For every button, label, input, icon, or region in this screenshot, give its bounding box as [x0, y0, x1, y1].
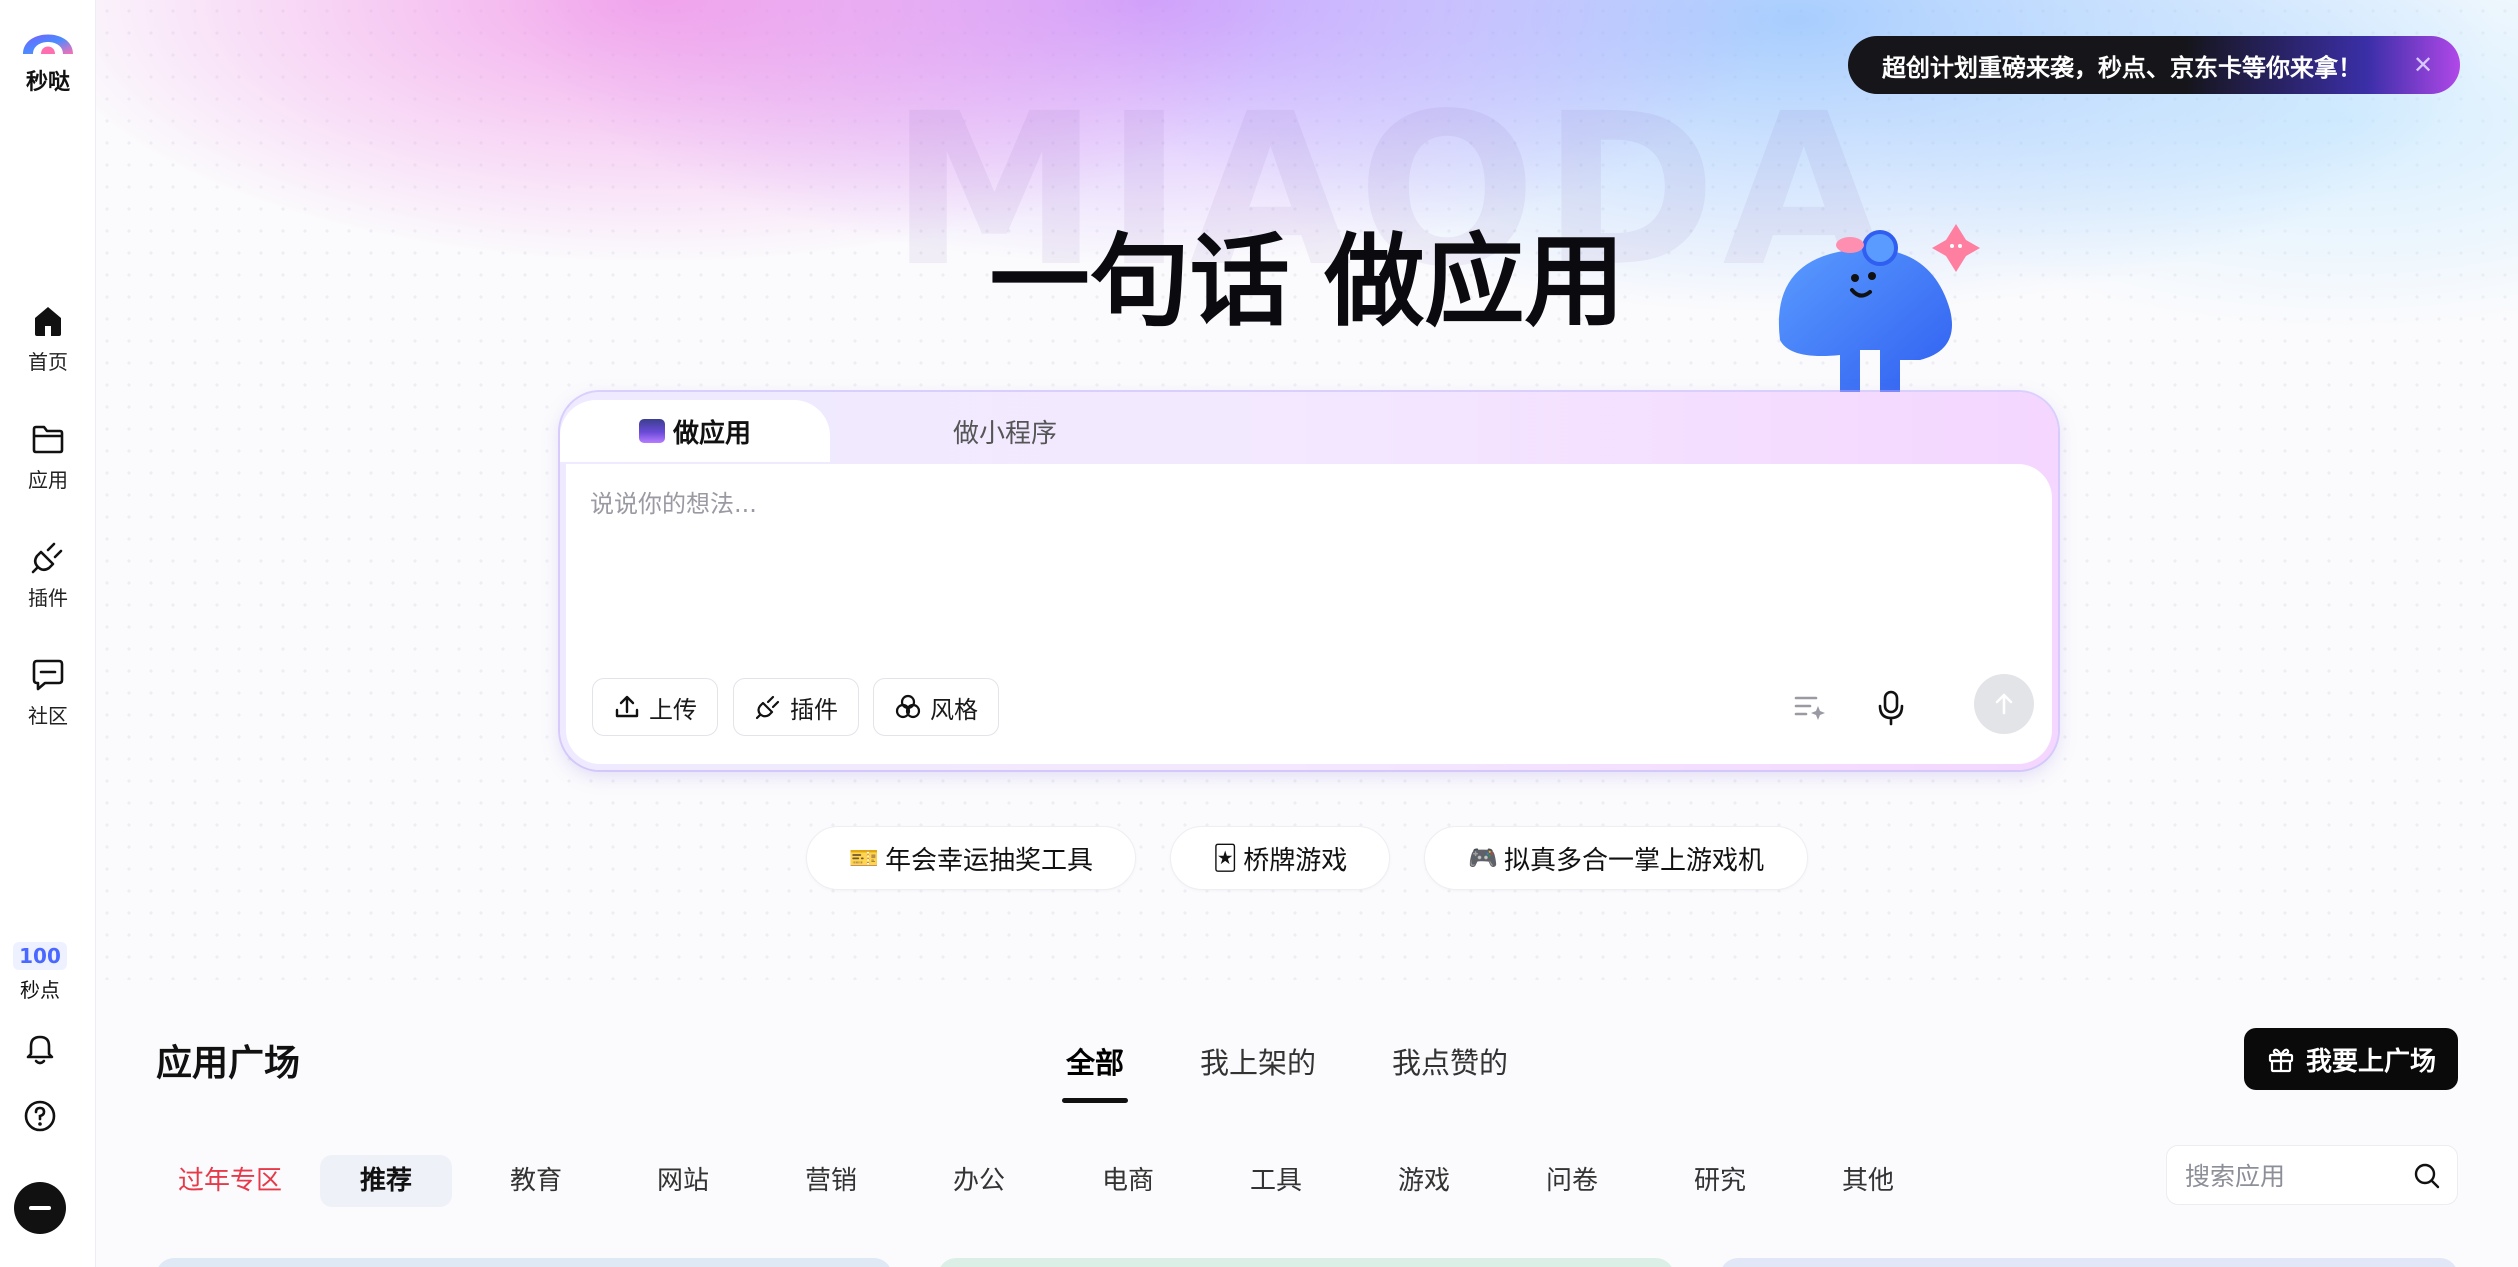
- upload-icon: [615, 695, 639, 718]
- points-label: 秒点: [20, 978, 60, 1002]
- category-office[interactable]: 办公: [953, 1155, 1005, 1207]
- category-tools[interactable]: 工具: [1250, 1155, 1302, 1207]
- section-title: 应用广场: [156, 1043, 301, 1084]
- category-education[interactable]: 教育: [510, 1155, 562, 1207]
- sidebar-item-label: 插件: [28, 586, 68, 610]
- suggestion-label: 年会幸运抽奖工具: [884, 845, 1093, 876]
- announcement-text: 超创计划重磅来袭，秒点、京东卡等你来拿！: [1882, 53, 2362, 82]
- sidebar: 秒哒 首页 应用 插件 社区 100 秒点: [0, 0, 96, 1267]
- sidebar-item-community[interactable]: 社区: [0, 656, 96, 729]
- brand-name: 秒哒: [25, 70, 70, 95]
- tab-all[interactable]: 全部: [1066, 1040, 1124, 1082]
- category-games[interactable]: 游戏: [1398, 1155, 1450, 1207]
- suggestion-label: 桥牌游戏: [1243, 845, 1348, 876]
- publish-label: 我要上广场: [2305, 1046, 2436, 1077]
- logo[interactable]: 秒哒: [8, 18, 88, 96]
- playing-card-icon: 🃏: [1212, 844, 1238, 872]
- plugin-button[interactable]: 插件: [733, 678, 859, 736]
- search-input[interactable]: [2185, 1158, 2395, 1194]
- upload-label: 上传: [649, 695, 697, 724]
- help-icon[interactable]: [20, 1096, 60, 1136]
- search-icon[interactable]: [2413, 1162, 2441, 1190]
- category-ecommerce[interactable]: 电商: [1102, 1155, 1154, 1207]
- category-other[interactable]: 其他: [1842, 1155, 1894, 1207]
- category-recommended[interactable]: 推荐: [320, 1155, 453, 1207]
- prompt-composer: 做应用 做小程序 上传 插件: [560, 392, 2058, 770]
- sidebar-item-label: 首页: [28, 350, 68, 374]
- close-icon[interactable]: ✕: [2410, 52, 2436, 78]
- tab-my-liked[interactable]: 我点赞的: [1392, 1040, 1508, 1082]
- tab-make-app[interactable]: 做应用: [560, 400, 830, 462]
- suggestion-chip[interactable]: 🎮 拟真多合一掌上游戏机: [1424, 826, 1808, 890]
- style-icon: [895, 694, 921, 719]
- tab-make-miniprogram[interactable]: 做小程序: [890, 400, 1120, 462]
- plugin-label: 插件: [790, 695, 838, 724]
- composer-body: 上传 插件 风格: [566, 464, 2052, 764]
- home-icon: [35, 307, 61, 336]
- sidebar-item-label: 社区: [28, 704, 68, 728]
- prompt-enhance-icon[interactable]: [1788, 686, 1830, 728]
- prompt-input[interactable]: [590, 484, 1990, 624]
- folder-icon: [32, 425, 64, 454]
- upload-button[interactable]: 上传: [592, 678, 718, 736]
- category-marketing[interactable]: 营销: [805, 1155, 857, 1207]
- style-button[interactable]: 风格: [873, 678, 999, 736]
- logo-icon: [23, 34, 73, 54]
- sidebar-item-label: 应用: [28, 468, 68, 492]
- send-button[interactable]: [1974, 674, 2034, 734]
- style-label: 风格: [930, 695, 978, 724]
- ticket-icon: 🎫: [849, 844, 879, 872]
- app-card[interactable]: [156, 1258, 892, 1267]
- announcement-banner[interactable]: 超创计划重磅来袭，秒点、京东卡等你来拿！ ✕: [1848, 36, 2460, 94]
- category-website[interactable]: 网站: [657, 1155, 709, 1207]
- points-balance[interactable]: 100 秒点: [0, 942, 80, 1003]
- page-title: 一句话 做应用: [989, 223, 1625, 340]
- sidebar-item-plugins[interactable]: 插件: [0, 538, 96, 611]
- app-icon: [638, 419, 665, 443]
- app-card[interactable]: [1720, 1258, 2458, 1267]
- suggestion-chip[interactable]: 🎫 年会幸运抽奖工具: [806, 826, 1136, 890]
- category-survey[interactable]: 问卷: [1546, 1155, 1598, 1207]
- chat-icon: [32, 659, 64, 691]
- bell-icon[interactable]: [20, 1028, 60, 1068]
- plug-icon: [755, 695, 780, 720]
- sparkle-icon: [1932, 224, 1980, 272]
- plug-icon: [31, 542, 63, 574]
- suggestion-label: 拟真多合一掌上游戏机: [1503, 845, 1764, 876]
- tab-label: 做小程序: [952, 418, 1057, 449]
- avatar[interactable]: [14, 1182, 66, 1234]
- points-value: 100: [13, 942, 67, 970]
- publish-to-plaza-button[interactable]: 我要上广场: [2244, 1028, 2458, 1090]
- app-card[interactable]: [938, 1258, 1674, 1267]
- category-research[interactable]: 研究: [1694, 1155, 1746, 1207]
- category-new-year[interactable]: 过年专区: [178, 1155, 282, 1207]
- sidebar-item-home[interactable]: 首页: [0, 302, 96, 375]
- microphone-icon[interactable]: [1870, 686, 1912, 728]
- suggestion-chip[interactable]: 🃏 桥牌游戏: [1170, 826, 1390, 890]
- app-search: [2166, 1145, 2458, 1205]
- tab-my-published[interactable]: 我上架的: [1200, 1040, 1316, 1082]
- gift-icon: [2268, 1048, 2294, 1073]
- game-controller-icon: 🎮: [1468, 844, 1498, 872]
- sidebar-item-apps[interactable]: 应用: [0, 420, 96, 493]
- active-tab-indicator: [1062, 1098, 1128, 1103]
- tab-label: 做应用: [672, 418, 751, 449]
- arrow-up-icon: [1995, 693, 2013, 715]
